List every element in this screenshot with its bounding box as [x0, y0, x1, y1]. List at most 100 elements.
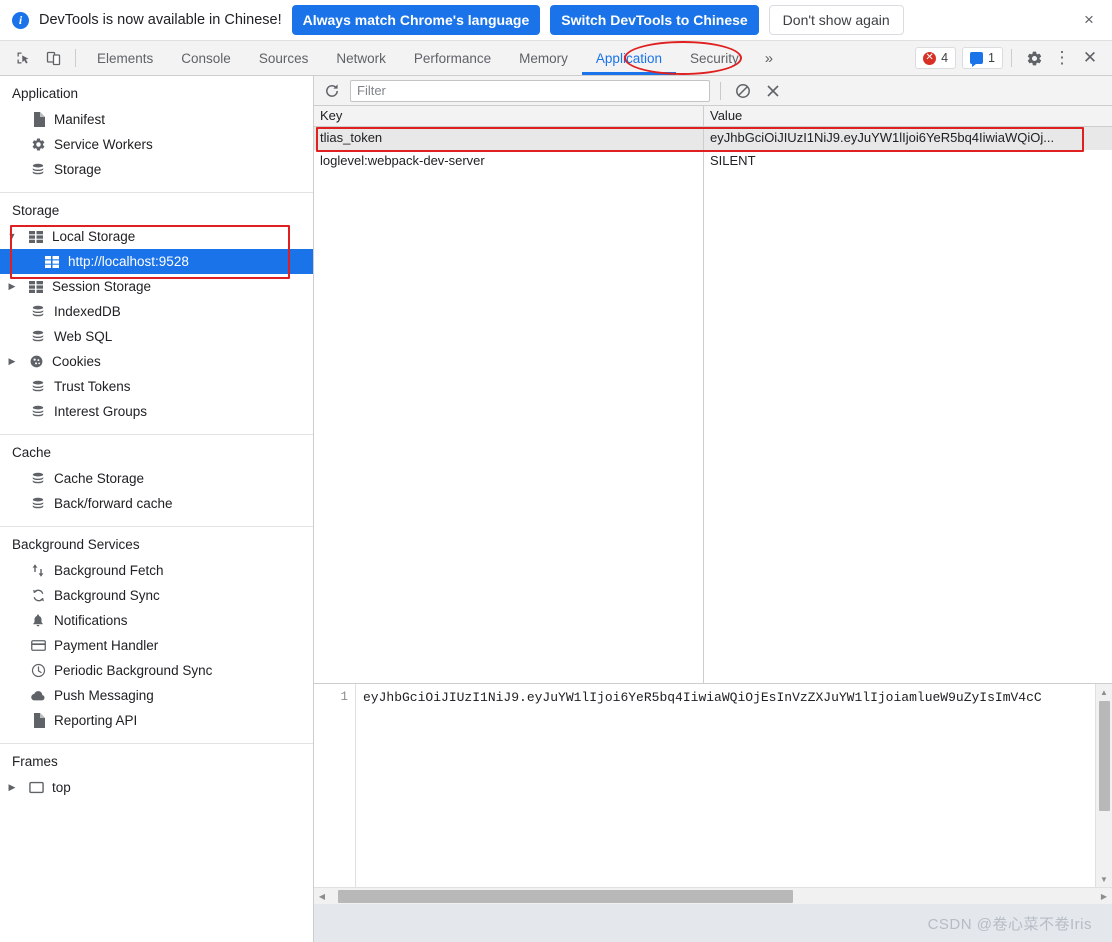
sidebar-item-web-sql[interactable]: Web SQL: [0, 324, 313, 349]
sidebar-item-localhost-9528[interactable]: http://localhost:9528: [0, 249, 313, 274]
sidebar-item-top-frame[interactable]: ▶ top: [0, 775, 313, 800]
preview-horizontal-scrollbar[interactable]: ◀ ▶: [314, 887, 1112, 904]
column-header-key[interactable]: Key: [314, 106, 704, 126]
close-devtools-icon[interactable]: ✕: [1076, 41, 1104, 75]
scroll-right-icon[interactable]: ▶: [1096, 888, 1112, 905]
vertical-scroll-thumb[interactable]: [1098, 701, 1110, 811]
document-icon: [30, 713, 46, 729]
sidebar-item-label: Interest Groups: [54, 404, 148, 419]
tab-security[interactable]: Security: [676, 41, 753, 75]
dont-show-again-button[interactable]: Don't show again: [768, 5, 904, 35]
group-title-storage: Storage: [12, 203, 60, 218]
horizontal-scroll-track[interactable]: [330, 888, 1096, 905]
sidebar-item-label: Push Messaging: [54, 688, 154, 703]
horizontal-scroll-thumb[interactable]: [338, 889, 793, 903]
value-preview-pane: 1 eyJhbGciOiJIUzI1NiJ9.eyJuYW1lIjoi6YeR5…: [314, 684, 1112, 904]
bell-icon: [30, 613, 46, 629]
sidebar-item-background-sync[interactable]: Background Sync: [0, 583, 313, 608]
sidebar-item-label: Manifest: [54, 112, 106, 127]
error-icon: ✕: [923, 51, 937, 65]
table-row[interactable]: tlias_token eyJhbGciOiJIUzI1NiJ9.eyJuYW1…: [314, 127, 1112, 150]
sidebar-item-label: http://localhost:9528: [68, 254, 189, 269]
tabbar-divider: [1011, 49, 1012, 67]
preview-content[interactable]: eyJhbGciOiJIUzI1NiJ9.eyJuYW1lIjoi6YeR5bq…: [356, 684, 1095, 887]
devtools-tabbar: Elements Console Sources Network Perform…: [0, 41, 1112, 76]
credit-card-icon: [30, 638, 46, 654]
sidebar-item-storage[interactable]: Storage: [0, 157, 313, 182]
tab-console[interactable]: Console: [167, 41, 245, 75]
table-empty-area: [314, 173, 1112, 683]
sidebar-item-local-storage[interactable]: ▼ Local Storage: [0, 224, 313, 249]
sidebar-item-service-workers[interactable]: Service Workers: [0, 132, 313, 157]
sidebar-item-label: Session Storage: [52, 279, 152, 294]
sidebar-item-trust-tokens[interactable]: Trust Tokens: [0, 374, 313, 399]
cell-key: tlias_token: [314, 127, 704, 150]
column-header-value[interactable]: Value: [704, 106, 1112, 126]
chevron-down-icon[interactable]: ▼: [4, 232, 20, 241]
message-icon: [970, 52, 984, 67]
sidebar-item-push-messaging[interactable]: Push Messaging: [0, 683, 313, 708]
storage-table: Key Value tlias_token eyJhbGciOiJIUzI1Ni…: [314, 106, 1112, 684]
refresh-icon[interactable]: [320, 79, 344, 103]
sidebar-item-cache-storage[interactable]: Cache Storage: [0, 466, 313, 491]
tab-network[interactable]: Network: [322, 41, 400, 75]
table-icon: [44, 254, 60, 270]
gear-icon[interactable]: [1020, 41, 1048, 75]
switch-to-chinese-button[interactable]: Switch DevTools to Chinese: [550, 5, 759, 35]
sidebar-item-indexeddb[interactable]: IndexedDB: [0, 299, 313, 324]
always-match-language-button[interactable]: Always match Chrome's language: [291, 5, 541, 35]
scroll-down-icon[interactable]: ▼: [1096, 871, 1112, 887]
filter-input[interactable]: [350, 79, 710, 102]
sidebar-item-label: Periodic Background Sync: [54, 663, 213, 678]
sidebar-item-manifest[interactable]: Manifest: [0, 107, 313, 132]
tab-memory[interactable]: Memory: [505, 41, 582, 75]
sidebar-item-label: Storage: [54, 162, 102, 177]
table-empty-value-column: [704, 173, 1112, 683]
chevron-right-icon[interactable]: ▶: [4, 783, 20, 792]
clear-filter-icon[interactable]: [731, 79, 755, 103]
preview-vertical-scrollbar[interactable]: ▲ ▼: [1095, 684, 1112, 887]
scroll-left-icon[interactable]: ◀: [314, 888, 330, 905]
more-tabs-icon[interactable]: »: [753, 41, 785, 75]
scroll-up-icon[interactable]: ▲: [1096, 684, 1112, 700]
delete-selected-icon[interactable]: [761, 79, 785, 103]
group-title-background-services: Background Services: [12, 537, 140, 552]
sidebar-item-label: IndexedDB: [54, 304, 121, 319]
message-count-badge[interactable]: 1: [962, 47, 1003, 69]
sidebar-item-cookies[interactable]: ▶ Cookies: [0, 349, 313, 374]
sidebar-item-label: Service Workers: [54, 137, 153, 152]
tab-elements[interactable]: Elements: [83, 41, 167, 75]
storage-toolbar: [314, 76, 1112, 106]
sidebar-item-label: Trust Tokens: [54, 379, 131, 394]
sidebar-item-label: Cookies: [52, 354, 101, 369]
sidebar-item-session-storage[interactable]: ▶ Session Storage: [0, 274, 313, 299]
banner-message: DevTools is now available in Chinese!: [39, 12, 282, 28]
group-title-frames: Frames: [12, 754, 58, 769]
close-icon[interactable]: ×: [1076, 7, 1102, 33]
sidebar-item-interest-groups[interactable]: Interest Groups: [0, 399, 313, 424]
bottom-status-strip: CSDN @卷心菜不卷Iris: [314, 904, 1112, 942]
sidebar-item-notifications[interactable]: Notifications: [0, 608, 313, 633]
cell-key: loglevel:webpack-dev-server: [314, 150, 704, 173]
sidebar-item-back-forward-cache[interactable]: Back/forward cache: [0, 491, 313, 516]
tab-performance[interactable]: Performance: [400, 41, 505, 75]
database-icon: [30, 404, 46, 420]
chevron-right-icon[interactable]: ▶: [4, 282, 20, 291]
panel-tabs: Elements Console Sources Network Perform…: [83, 41, 753, 75]
chevron-right-icon[interactable]: ▶: [4, 357, 20, 366]
device-toolbar-icon[interactable]: [38, 41, 68, 75]
error-count-badge[interactable]: ✕ 4: [915, 47, 957, 69]
sidebar-item-label: Payment Handler: [54, 638, 159, 653]
tab-application[interactable]: Application: [581, 41, 677, 75]
table-row[interactable]: loglevel:webpack-dev-server SILENT: [314, 150, 1112, 173]
sidebar-item-background-fetch[interactable]: Background Fetch: [0, 558, 313, 583]
tab-sources[interactable]: Sources: [245, 41, 323, 75]
storage-main-panel: Key Value tlias_token eyJhbGciOiJIUzI1Ni…: [314, 76, 1112, 942]
sidebar-item-payment-handler[interactable]: Payment Handler: [0, 633, 313, 658]
sidebar-item-reporting-api[interactable]: Reporting API: [0, 708, 313, 733]
sidebar-item-periodic-background-sync[interactable]: Periodic Background Sync: [0, 658, 313, 683]
application-sidebar: Application Manifest Service Workers Sto…: [0, 76, 314, 942]
more-options-icon[interactable]: ⋮: [1048, 41, 1076, 75]
line-number-gutter: 1: [314, 684, 356, 887]
inspect-element-icon[interactable]: [8, 41, 38, 75]
